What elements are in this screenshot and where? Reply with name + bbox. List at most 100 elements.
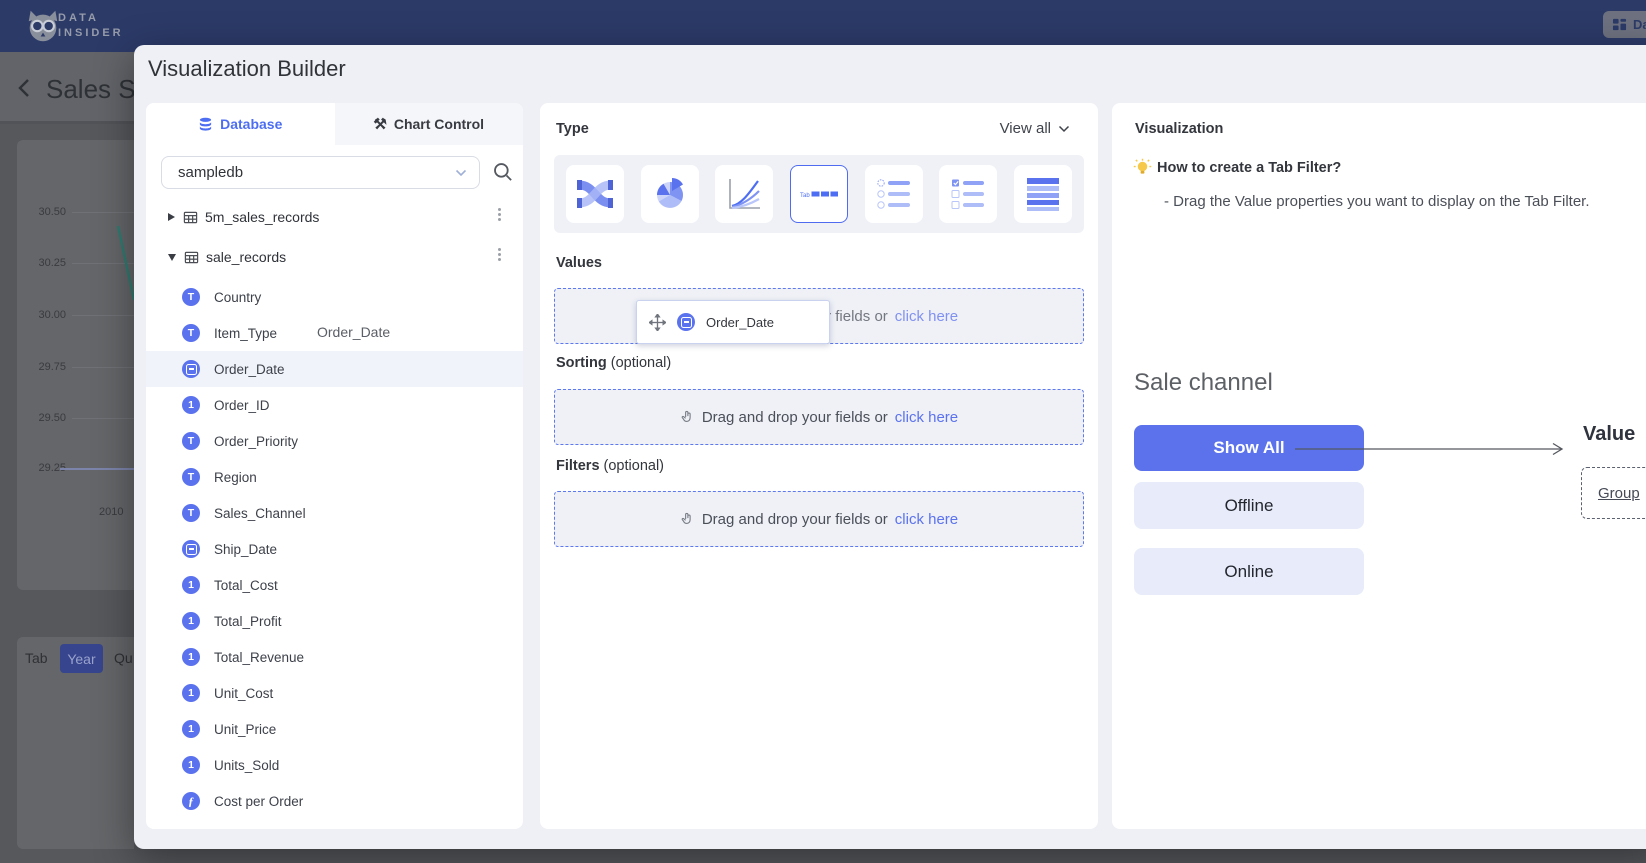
y-tick: 29.50	[28, 412, 66, 424]
field-type-icon: T	[182, 432, 200, 450]
dropzone-click-here-link[interactable]: click here	[895, 308, 958, 325]
select-list-icon	[1023, 174, 1063, 214]
dropzone-hint: Drag and drop your fields or	[702, 511, 888, 528]
type-section-label: Type	[556, 121, 589, 137]
field-row[interactable]: 1 Units_Sold	[146, 747, 523, 783]
caret-down-icon[interactable]	[168, 254, 176, 261]
field-row[interactable]: 1 Total_Cost	[146, 567, 523, 603]
pie-chart-icon	[650, 174, 690, 214]
field-row[interactable]: T Order_Priority	[146, 423, 523, 459]
type-tile-sankey[interactable]	[566, 165, 624, 223]
database-icon	[198, 117, 213, 132]
footer-tab-year[interactable]: Year	[60, 644, 103, 673]
search-icon[interactable]	[491, 160, 514, 183]
field-type-icon: T	[182, 288, 200, 306]
preview-button-online[interactable]: Online	[1134, 548, 1364, 595]
database-panel: Database ⚒ Chart Control sampledb 5m_sal…	[146, 103, 523, 829]
tools-icon: ⚒	[373, 115, 386, 133]
table-icon	[184, 250, 199, 265]
dashboard-icon	[1612, 17, 1627, 32]
preview-button-offline[interactable]: Offline	[1134, 482, 1364, 529]
field-label: Total_Cost	[214, 578, 278, 593]
field-type-icon: T	[182, 504, 200, 522]
left-panel-tabbar: Database ⚒ Chart Control	[146, 103, 523, 145]
type-tile-pie[interactable]	[641, 165, 699, 223]
view-all-button[interactable]: View all	[1000, 120, 1070, 137]
radio-list-icon	[874, 174, 914, 214]
sorting-section-label: Sorting (optional)	[556, 355, 671, 371]
drag-hand-icon	[680, 409, 695, 425]
footer-tab-tab[interactable]: Tab	[25, 650, 48, 666]
field-row[interactable]: Order_Date	[146, 351, 523, 387]
x-axis-line	[60, 468, 136, 470]
field-type-icon: T	[182, 324, 200, 342]
checkbox-list-icon	[948, 174, 988, 214]
group-annotation-label[interactable]: Group	[1598, 485, 1640, 502]
y-tick: 29.75	[28, 361, 66, 373]
builder-panel: Type View all	[540, 103, 1098, 829]
field-label: Sales_Channel	[214, 506, 306, 521]
dashboard-button-label: Dashboard	[1633, 17, 1646, 32]
type-tile-radio-list[interactable]	[865, 165, 923, 223]
tab-database[interactable]: Database	[146, 103, 335, 145]
tree-node-sale-records[interactable]: sale_records	[146, 241, 523, 273]
caret-right-icon[interactable]	[168, 213, 175, 221]
back-icon[interactable]	[14, 77, 36, 99]
tree-node-5m-sales-records[interactable]: 5m_sales_records	[146, 201, 523, 233]
sorting-dropzone[interactable]: Drag and drop your fields or click here	[554, 389, 1084, 445]
values-section-label: Values	[556, 255, 602, 271]
field-row[interactable]: Ship_Date	[146, 531, 523, 567]
x-tick: 2010	[99, 506, 123, 518]
line-chart-icon	[724, 174, 764, 214]
dropzone-click-here-link[interactable]: click here	[895, 409, 958, 426]
kebab-menu-icon[interactable]	[498, 208, 501, 221]
type-tile-tab-filter[interactable]: Tab	[790, 165, 848, 223]
field-row[interactable]: 1 Total_Profit	[146, 603, 523, 639]
tip-body: - Drag the Value properties you want to …	[1164, 193, 1590, 210]
dashboard-button[interactable]: Dashboard	[1603, 11, 1646, 38]
field-type-icon: 1	[182, 720, 200, 738]
dropzone-click-here-link[interactable]: click here	[895, 511, 958, 528]
field-label: Order_Priority	[214, 434, 298, 449]
field-label: Item_Type	[214, 326, 277, 341]
type-tile-select-list[interactable]	[1014, 165, 1072, 223]
lightbulb-icon	[1133, 158, 1152, 177]
preview-title: Sale channel	[1134, 369, 1273, 397]
line-series	[108, 222, 136, 304]
kebab-menu-icon[interactable]	[498, 248, 501, 261]
field-type-icon	[182, 540, 200, 558]
field-row[interactable]: T Region	[146, 459, 523, 495]
tab-chart-control[interactable]: ⚒ Chart Control	[335, 103, 524, 145]
type-tile-checkbox-list[interactable]	[939, 165, 997, 223]
field-type-icon: 1	[182, 756, 200, 774]
dragged-field-chip[interactable]: Order_Date	[636, 300, 830, 344]
field-label: Order_Date	[214, 362, 285, 377]
visualization-builder-modal: Visualization Builder Database ⚒ Chart C…	[134, 45, 1646, 849]
field-type-icon: 1	[182, 396, 200, 414]
group-annotation-box: Group	[1581, 467, 1646, 519]
filters-dropzone[interactable]: Drag and drop your fields or click here	[554, 491, 1084, 547]
field-label: Total_Profit	[214, 614, 282, 629]
filters-label: Filters	[556, 458, 600, 474]
chevron-down-icon	[455, 169, 467, 177]
field-type-icon: ƒ	[182, 792, 200, 810]
field-row[interactable]: ƒ Cost per Order	[146, 783, 523, 819]
field-row[interactable]: 1 Unit_Price	[146, 711, 523, 747]
optional-suffix: (optional)	[600, 458, 664, 474]
field-row[interactable]: 1 Unit_Cost	[146, 675, 523, 711]
field-label: Total_Revenue	[214, 650, 304, 665]
field-row[interactable]: T Sales_Channel	[146, 495, 523, 531]
field-row[interactable]: 1 Total_Revenue	[146, 639, 523, 675]
gridline	[72, 315, 136, 316]
database-select[interactable]: sampledb	[161, 156, 480, 189]
app-logo-text: DATA INSIDER	[58, 11, 124, 41]
field-type-icon: 1	[182, 576, 200, 594]
type-tile-line[interactable]	[715, 165, 773, 223]
field-label: Unit_Cost	[214, 686, 273, 701]
view-all-label: View all	[1000, 120, 1051, 137]
field-row[interactable]: T Country	[146, 279, 523, 315]
footer-tab-quarter[interactable]: Qu	[114, 650, 133, 666]
move-icon	[649, 314, 666, 331]
annotation-arrow	[1293, 440, 1571, 458]
field-row[interactable]: 1 Order_ID	[146, 387, 523, 423]
